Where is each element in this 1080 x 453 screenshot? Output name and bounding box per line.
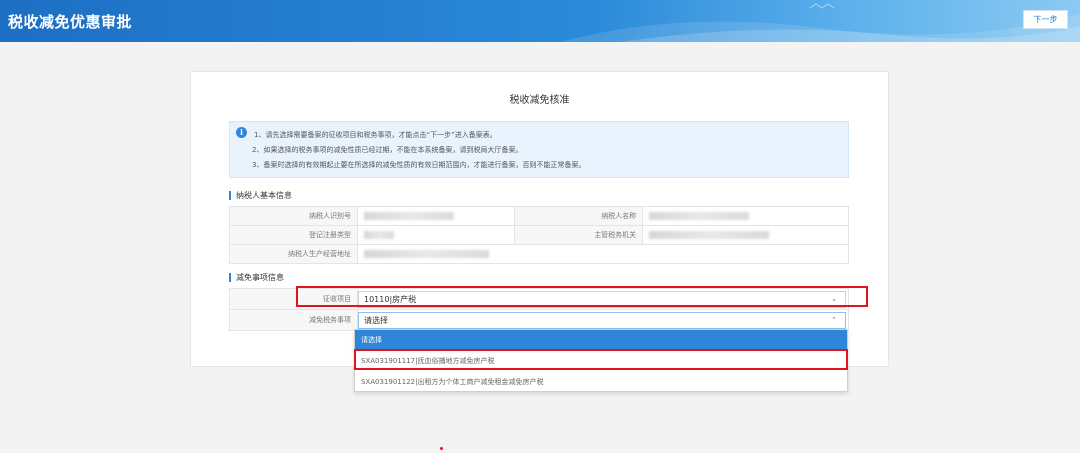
tax-office-value <box>642 225 849 245</box>
info-icon: i <box>236 127 247 138</box>
notice-line-1: 1、请先选择需要备案的征收项目和税务事项，才能点击“下一步”进入备案表。 <box>254 131 497 139</box>
dropdown-option-sxa031901122[interactable]: SXA031901122|出租方为个体工商户减免租金减免房产税 <box>355 372 847 393</box>
notice-box: i 1、请先选择需要备案的征收项目和税务事项，才能点击“下一步”进入备案表。 2… <box>229 121 849 178</box>
header-decoration <box>560 3 1080 42</box>
levy-item-select[interactable]: 10110|房产税 ⌄ <box>358 290 846 308</box>
taxpayer-id-label: 纳税人识别号 <box>229 206 358 226</box>
levy-item-label: 征收项目 <box>229 288 358 310</box>
tax-matter-dropdown: 请选择 SXA031901117|抚血俗捕地方减免房产税 SXA03190112… <box>354 329 848 392</box>
reg-type-value <box>356 225 516 245</box>
card-title: 税收减免核准 <box>509 95 570 106</box>
notice-line-2: 2、如果选择的税务事项的减免性质已经过期，不能在本系统备案，请到税局大厅备案。 <box>252 146 523 154</box>
marker-dot <box>440 447 443 450</box>
chevron-down-icon: ⌄ <box>831 294 837 303</box>
tax-matter-value: 请选择 <box>364 315 388 325</box>
page-title: 税收减免优惠审批 <box>8 13 133 31</box>
basic-info-table: 纳税人识别号 纳税人名称 登记注册类型 主管税务机关 纳税人生产经营地址 <box>229 206 849 264</box>
reg-type-label: 登记注册类型 <box>229 225 358 245</box>
tax-matter-cell: 请选择 ⌃ <box>357 309 849 331</box>
tax-matter-label: 减免税务事项 <box>229 309 358 331</box>
taxpayer-name-label: 纳税人名称 <box>514 206 644 226</box>
levy-item-value: 10110|房产税 <box>364 294 417 304</box>
top-header-bar: 税收减免优惠审批 下一步 <box>0 0 1080 42</box>
taxpayer-name-value <box>642 206 849 226</box>
tax-matter-select[interactable]: 请选择 ⌃ <box>358 311 846 329</box>
notice-line-3: 3、备案时选择的有效期起止要在所选择的减免性质的有效日期范围内，才能进行备案，否… <box>252 161 586 169</box>
tax-office-label: 主管税务机关 <box>514 225 644 245</box>
basic-info-heading: 纳税人基本信息 <box>229 191 292 200</box>
chevron-up-icon: ⌃ <box>831 315 837 324</box>
address-value <box>357 244 849 264</box>
address-label: 纳税人生产经营地址 <box>229 244 358 264</box>
dropdown-option-sxa031901117[interactable]: SXA031901117|抚血俗捕地方减免房产税 <box>355 351 847 372</box>
next-step-button[interactable]: 下一步 <box>1023 10 1068 29</box>
relief-info-heading: 减免事项信息 <box>229 273 284 282</box>
dropdown-option-placeholder[interactable]: 请选择 <box>355 330 847 351</box>
relief-form-table: 征收项目 10110|房产税 ⌄ 减免税务事项 请选择 ⌃ <box>229 288 849 331</box>
levy-item-cell: 10110|房产税 ⌄ <box>357 288 849 310</box>
approval-card: 税收减免核准 i 1、请先选择需要备案的征收项目和税务事项，才能点击“下一步”进… <box>190 71 889 367</box>
taxpayer-id-value <box>356 206 516 226</box>
